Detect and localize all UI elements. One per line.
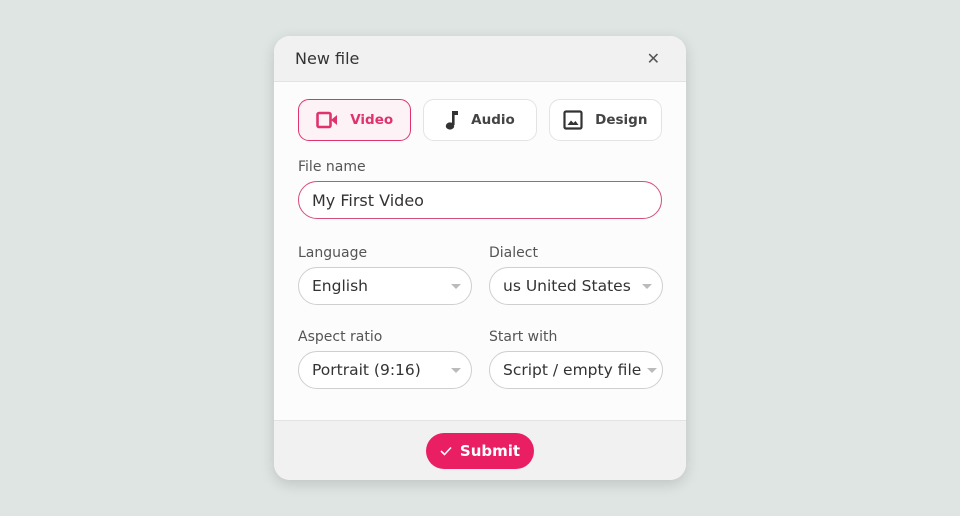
type-audio-button[interactable]: Audio [423, 99, 537, 141]
dialect-value: us United States [503, 277, 631, 295]
file-name-input[interactable] [298, 181, 662, 219]
dialog-footer: Submit [274, 420, 686, 480]
video-camera-icon [316, 111, 338, 129]
start-with-select[interactable]: Script / empty file [489, 351, 663, 389]
chevron-down-icon [451, 283, 461, 289]
language-select[interactable]: English [298, 267, 472, 305]
dialog-title: New file [295, 49, 360, 68]
check-icon [440, 446, 452, 456]
dialect-label: Dialect [489, 245, 538, 261]
file-name-label: File name [298, 159, 366, 175]
start-with-value: Script / empty file [503, 361, 642, 379]
chevron-down-icon [451, 367, 461, 373]
type-video-label: Video [350, 112, 394, 128]
image-icon [563, 110, 583, 130]
aspect-ratio-value: Portrait (9:16) [312, 361, 421, 379]
start-with-label: Start with [489, 329, 558, 345]
file-type-selector: Video Audio Design [298, 99, 662, 141]
dialog-header: New file ✕ [274, 36, 686, 82]
type-design-button[interactable]: Design [548, 99, 662, 141]
music-note-icon [445, 111, 459, 130]
chevron-down-icon [647, 367, 658, 373]
new-file-dialog: New file ✕ Video Audio Design File name … [274, 36, 686, 480]
type-design-label: Design [595, 112, 648, 128]
submit-button[interactable]: Submit [426, 432, 534, 469]
submit-label: Submit [459, 441, 521, 460]
aspect-ratio-label: Aspect ratio [298, 329, 383, 345]
language-value: English [312, 277, 368, 295]
type-audio-label: Audio [471, 112, 515, 128]
chevron-down-icon [642, 283, 652, 289]
dialect-select[interactable]: us United States [489, 267, 663, 305]
aspect-ratio-select[interactable]: Portrait (9:16) [298, 351, 472, 389]
language-label: Language [298, 245, 368, 261]
close-icon[interactable]: ✕ [647, 49, 660, 68]
type-video-button[interactable]: Video [298, 99, 412, 141]
